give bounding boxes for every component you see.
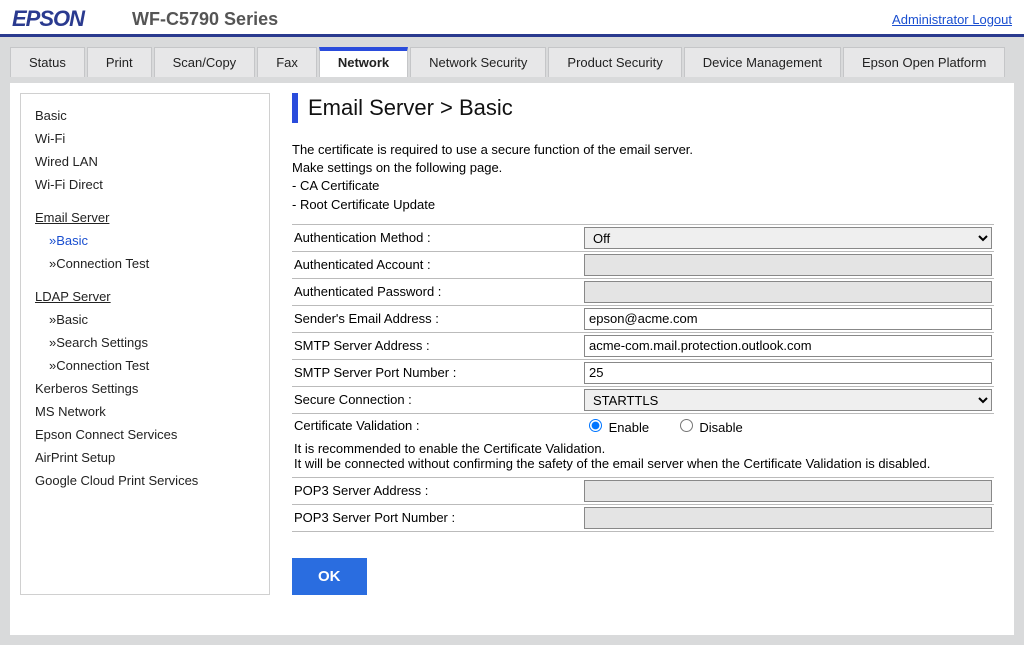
sidebar-item-basic[interactable]: Basic — [35, 104, 255, 127]
info-line-2: Make settings on the following page. — [292, 159, 994, 177]
secure-conn-select[interactable]: STARTTLS — [584, 389, 992, 411]
sidebar-item-wifi[interactable]: Wi-Fi — [35, 127, 255, 150]
sidebar-sub-ldap-conntest[interactable]: »Connection Test — [35, 354, 255, 377]
secure-conn-label: Secure Connection : — [292, 386, 582, 413]
outer-panel: Status Print Scan/Copy Fax Network Netwo… — [0, 37, 1024, 645]
tab-network-security[interactable]: Network Security — [410, 47, 546, 77]
auth-method-label: Authentication Method : — [292, 224, 582, 251]
sidebar-sub-email-conntest[interactable]: »Connection Test — [35, 252, 255, 275]
sidebar-header-ldap-server[interactable]: LDAP Server — [35, 285, 255, 308]
ok-button[interactable]: OK — [292, 558, 367, 595]
info-line-3: - CA Certificate — [292, 177, 994, 195]
pop3-port-input — [584, 507, 992, 529]
topbar: EPSON WF-C5790 Series Administrator Logo… — [0, 0, 1024, 37]
cert-valid-enable-radio[interactable] — [589, 419, 602, 432]
tab-network[interactable]: Network — [319, 47, 408, 77]
main-content: Email Server > Basic The certificate is … — [292, 93, 1014, 595]
settings-table: Authentication Method : Off Authenticate… — [292, 224, 994, 532]
title-accent-bar — [292, 93, 298, 123]
page-title-wrap: Email Server > Basic — [292, 93, 994, 123]
cert-note-1: It is recommended to enable the Certific… — [294, 441, 992, 456]
content-panel: Basic Wi-Fi Wired LAN Wi-Fi Direct Email… — [10, 83, 1014, 635]
auth-method-select[interactable]: Off — [584, 227, 992, 249]
sidebar-header-email-server[interactable]: Email Server — [35, 206, 255, 229]
pop3-address-label: POP3 Server Address : — [292, 477, 582, 504]
tab-status[interactable]: Status — [10, 47, 85, 77]
logout-link[interactable]: Administrator Logout — [892, 12, 1012, 27]
smtp-port-input[interactable] — [584, 362, 992, 384]
pop3-address-input — [584, 480, 992, 502]
sidebar-item-wired-lan[interactable]: Wired LAN — [35, 150, 255, 173]
cert-valid-enable-label[interactable]: Enable — [584, 420, 649, 435]
tab-epson-open-platform[interactable]: Epson Open Platform — [843, 47, 1005, 77]
cert-valid-enable-text: Enable — [609, 420, 649, 435]
tab-bar: Status Print Scan/Copy Fax Network Netwo… — [10, 47, 1014, 77]
sender-email-label: Sender's Email Address : — [292, 305, 582, 332]
auth-account-input — [584, 254, 992, 276]
brand-logo: EPSON — [12, 6, 84, 32]
model-title: WF-C5790 Series — [132, 9, 892, 30]
tab-fax[interactable]: Fax — [257, 47, 317, 77]
auth-account-label: Authenticated Account : — [292, 251, 582, 278]
smtp-port-label: SMTP Server Port Number : — [292, 359, 582, 386]
auth-password-input — [584, 281, 992, 303]
sidebar: Basic Wi-Fi Wired LAN Wi-Fi Direct Email… — [20, 93, 270, 595]
tab-product-security[interactable]: Product Security — [548, 47, 681, 77]
sidebar-item-ms-network[interactable]: MS Network — [35, 400, 255, 423]
cert-valid-disable-radio[interactable] — [680, 419, 693, 432]
cert-valid-label: Certificate Validation : — [292, 413, 582, 437]
cert-valid-group: Enable Disable — [584, 416, 992, 435]
sidebar-item-airprint[interactable]: AirPrint Setup — [35, 446, 255, 469]
smtp-address-input[interactable] — [584, 335, 992, 357]
tab-device-management[interactable]: Device Management — [684, 47, 841, 77]
sidebar-sub-ldap-basic[interactable]: »Basic — [35, 308, 255, 331]
auth-password-label: Authenticated Password : — [292, 278, 582, 305]
page-title: Email Server > Basic — [308, 95, 513, 121]
info-text: The certificate is required to use a sec… — [292, 141, 994, 214]
sidebar-item-epson-connect[interactable]: Epson Connect Services — [35, 423, 255, 446]
sidebar-sub-ldap-search[interactable]: »Search Settings — [35, 331, 255, 354]
sidebar-item-google-cloud-print[interactable]: Google Cloud Print Services — [35, 469, 255, 492]
sidebar-sub-email-basic[interactable]: »Basic — [35, 229, 255, 252]
sender-email-input[interactable] — [584, 308, 992, 330]
cert-valid-disable-label[interactable]: Disable — [675, 420, 743, 435]
tab-print[interactable]: Print — [87, 47, 152, 77]
smtp-address-label: SMTP Server Address : — [292, 332, 582, 359]
sidebar-item-kerberos[interactable]: Kerberos Settings — [35, 377, 255, 400]
info-line-4: - Root Certificate Update — [292, 196, 994, 214]
pop3-port-label: POP3 Server Port Number : — [292, 504, 582, 531]
tab-scan-copy[interactable]: Scan/Copy — [154, 47, 256, 77]
info-line-1: The certificate is required to use a sec… — [292, 141, 994, 159]
sidebar-item-wifi-direct[interactable]: Wi-Fi Direct — [35, 173, 255, 196]
cert-valid-disable-text: Disable — [699, 420, 742, 435]
cert-note-2: It will be connected without confirming … — [294, 456, 992, 471]
